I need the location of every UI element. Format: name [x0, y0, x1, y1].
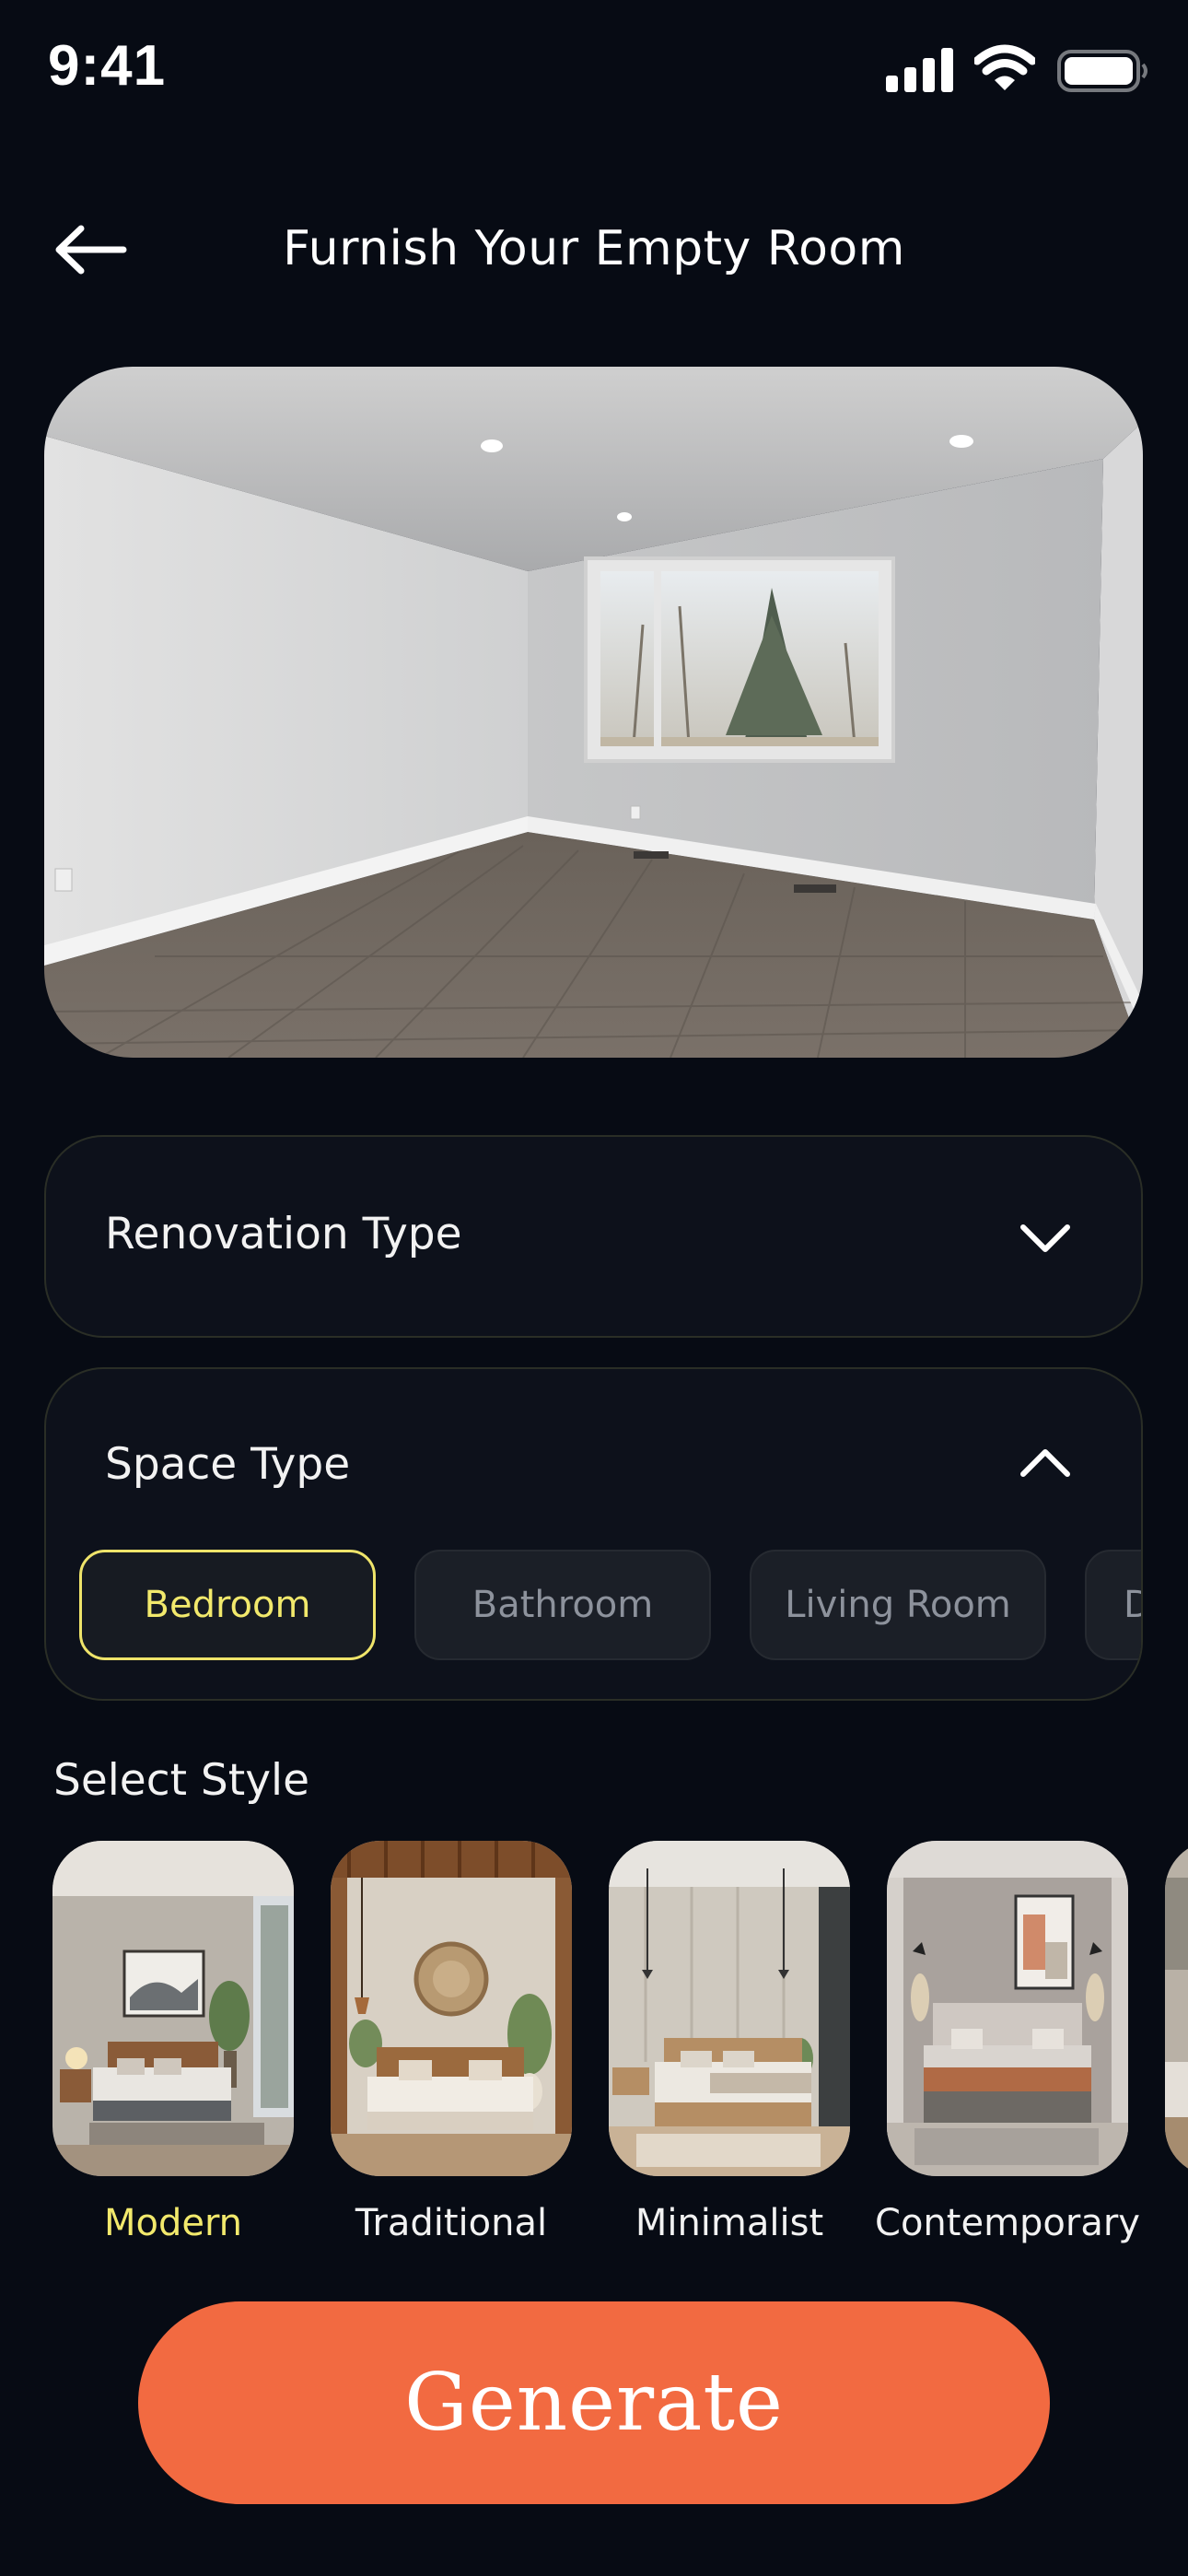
style-card-partial[interactable] — [1165, 1841, 1188, 2244]
style-thumb-minimalist — [609, 1841, 850, 2176]
style-card-minimalist[interactable]: Minimalist — [609, 1841, 850, 2244]
select-style-title: Select Style — [53, 1755, 309, 1806]
battery-icon — [1057, 50, 1147, 92]
renovation-type-label: Renovation Type — [105, 1209, 462, 1259]
chip-living-room[interactable]: Living Room — [750, 1550, 1046, 1660]
cellular-signal-icon — [886, 48, 953, 92]
wifi-icon — [974, 44, 1035, 90]
style-label-traditional: Traditional — [355, 2202, 548, 2244]
generate-button[interactable]: Generate — [138, 2301, 1050, 2504]
style-label-contemporary: Contemporary — [875, 2202, 1140, 2244]
space-type-dropdown: Space Type Bedroom Bathroom Living Room … — [44, 1367, 1143, 1701]
chip-bedroom[interactable]: Bedroom — [79, 1550, 376, 1660]
style-thumb-partial — [1165, 1841, 1188, 2176]
style-card-contemporary[interactable]: Contemporary — [875, 1841, 1140, 2244]
style-thumb-contemporary — [887, 1841, 1128, 2176]
style-carousel: Modern Traditional Minimalist Contempora… — [52, 1841, 1188, 2244]
style-label-modern: Modern — [103, 2202, 243, 2244]
style-label-minimalist: Minimalist — [635, 2202, 824, 2244]
chip-partial[interactable]: D — [1085, 1550, 1141, 1660]
room-photo — [44, 367, 1143, 1058]
style-card-modern[interactable]: Modern — [52, 1841, 294, 2244]
chevron-up-icon[interactable] — [1019, 1446, 1071, 1480]
space-type-options: Bedroom Bathroom Living Room D — [79, 1550, 1141, 1660]
status-bar: 9:41 — [0, 0, 1188, 138]
page-title: Furnish Your Empty Room — [283, 221, 905, 276]
style-thumb-modern — [52, 1841, 294, 2176]
style-thumb-traditional — [331, 1841, 572, 2176]
renovation-type-dropdown[interactable]: Renovation Type — [44, 1135, 1143, 1338]
chip-bathroom[interactable]: Bathroom — [414, 1550, 711, 1660]
space-type-label: Space Type — [105, 1439, 351, 1490]
style-card-traditional[interactable]: Traditional — [331, 1841, 572, 2244]
chevron-down-icon — [1020, 1224, 1070, 1252]
generate-label: Generate — [404, 2357, 784, 2449]
status-time: 9:41 — [48, 34, 167, 98]
